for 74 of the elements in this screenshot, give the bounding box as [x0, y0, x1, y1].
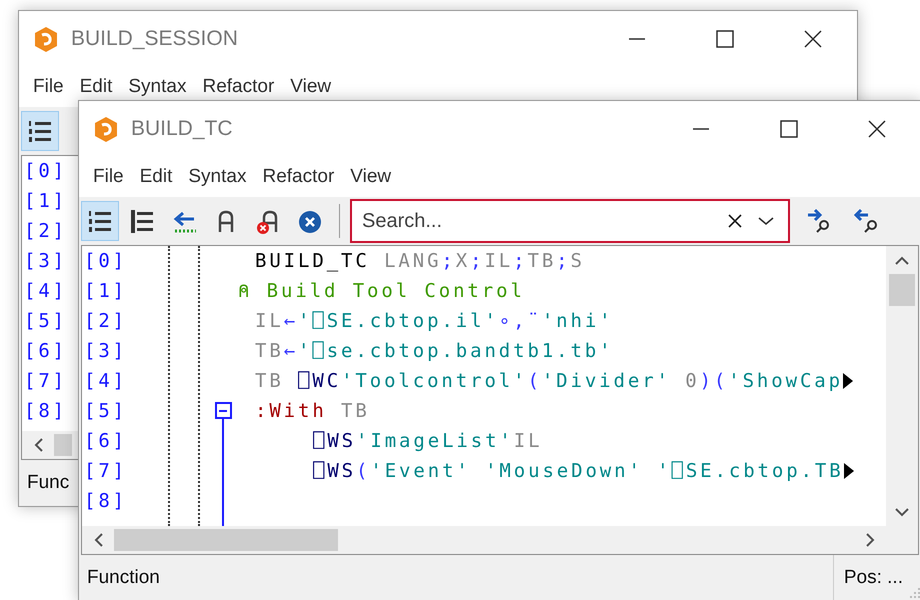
close-icon: [803, 30, 823, 48]
app-logo-icon: [33, 26, 59, 52]
menu-item[interactable]: View: [342, 162, 400, 192]
line-numbers-icon: [28, 118, 52, 144]
status-text: Function: [86, 566, 160, 590]
line-numbers-icon: [88, 208, 112, 234]
search-previous-icon: [854, 208, 880, 234]
chevron-up-icon: [895, 256, 909, 264]
scroll-thumb[interactable]: [54, 434, 72, 456]
scroll-thumb[interactable]: [114, 529, 338, 551]
toolbar-button[interactable]: [21, 111, 59, 151]
maximize-icon: [779, 120, 799, 138]
line-number: [0]: [84, 249, 128, 274]
code-line: TB←'⎕se.cbtop.bandtb1.tb': [254, 339, 614, 364]
status-text: Func: [26, 470, 70, 495]
code-line: :With TB: [254, 399, 370, 424]
menu-item[interactable]: Edit: [132, 162, 180, 192]
line-number: [8]: [24, 399, 68, 424]
menu-item[interactable]: Refactor: [194, 72, 282, 102]
clear-circle-icon: [298, 208, 322, 234]
window-title: BUILD_SESSION: [71, 26, 238, 52]
maximize-icon: [715, 30, 735, 48]
line-number: [5]: [24, 309, 68, 334]
scroll-thumb[interactable]: [889, 274, 915, 306]
line-number: [7]: [24, 369, 68, 394]
code-line: ⎕WS('Event' 'MouseDown' '⎕SE.cbtop.TB: [312, 459, 844, 484]
chevron-left-icon: [94, 533, 102, 547]
line-number: [0]: [24, 159, 68, 184]
minimize-icon: [627, 38, 647, 40]
search-field[interactable]: Search...: [350, 199, 790, 243]
line-number: [8]: [84, 489, 128, 514]
window-title: BUILD_TC: [131, 116, 233, 142]
search-next-icon: [806, 208, 832, 234]
close-icon: [728, 214, 742, 228]
line-number: [2]: [84, 309, 128, 334]
minimize-icon: [691, 128, 711, 130]
fold-toggle[interactable]: [214, 402, 232, 419]
minus-icon: [219, 410, 227, 412]
line-number: [1]: [84, 279, 128, 304]
code-line: ⍝ Build Tool Control: [238, 279, 525, 304]
line-number: [2]: [24, 219, 68, 244]
chevron-down-icon: [758, 216, 774, 226]
line-number: [4]: [84, 369, 128, 394]
line-number: [7]: [84, 459, 128, 484]
app-logo-icon: [93, 116, 119, 142]
chevron-left-icon: [34, 438, 42, 452]
menu-item[interactable]: View: [282, 72, 340, 102]
code-line: ⎕WS'ImageList'IL: [312, 429, 542, 454]
code-line: BUILD_TC LANG;X;IL;TB;S: [254, 249, 585, 274]
code-line: TB ⎕WC'Toolcontrol'('Divider' 0)('ShowCap: [254, 369, 843, 394]
resize-grip-icon: [909, 587, 920, 599]
chevron-right-icon: [866, 533, 874, 547]
menu-item[interactable]: File: [25, 72, 72, 102]
menu-item[interactable]: Refactor: [254, 162, 342, 192]
search-input[interactable]: Search...: [360, 205, 720, 237]
line-number: [6]: [84, 429, 128, 454]
menu-item[interactable]: Edit: [72, 72, 120, 102]
position-text: Pos: ...: [844, 566, 903, 590]
code-line: IL←'⎕SE.cbtop.il'∘,¨'nhi': [254, 309, 614, 334]
toolbar-button[interactable]: [81, 201, 119, 241]
line-number: [4]: [24, 279, 68, 304]
menu-item[interactable]: Syntax: [180, 162, 254, 192]
line-number: [5]: [84, 399, 128, 424]
outline-list-icon: [130, 208, 154, 234]
line-number: [6]: [24, 339, 68, 364]
menu-item[interactable]: Syntax: [120, 72, 194, 102]
line-number: [3]: [24, 249, 68, 274]
close-icon: [867, 120, 887, 138]
overflow-arrow-icon: [842, 373, 853, 389]
chevron-down-icon: [895, 508, 909, 516]
line-number: [1]: [24, 189, 68, 214]
line-number: [3]: [84, 339, 128, 364]
menu-item[interactable]: File: [85, 162, 132, 192]
overflow-arrow-icon: [844, 463, 854, 479]
